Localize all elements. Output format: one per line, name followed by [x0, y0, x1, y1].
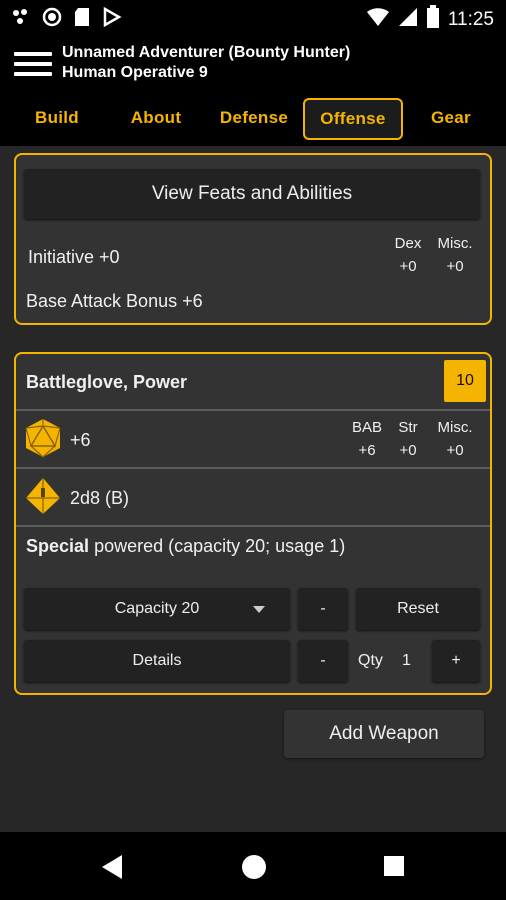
details-button[interactable]: Details: [24, 640, 290, 682]
weapon-name: Battleglove, Power: [26, 372, 188, 392]
reset-button[interactable]: Reset: [356, 588, 480, 630]
damage-value: 2d8 (B): [70, 488, 130, 508]
home-icon[interactable]: [241, 854, 267, 885]
special-label: Special: [26, 536, 90, 556]
misc-value: +0: [446, 442, 464, 459]
system-nav-bar: [0, 832, 506, 900]
hamburger-menu-icon[interactable]: [14, 46, 52, 80]
battery-icon: [426, 5, 440, 34]
status-bar: 11:25: [0, 0, 506, 36]
attack-bonus: +6: [70, 430, 91, 450]
bab-header: BAB: [351, 419, 382, 436]
dropdown-arrow-icon: [252, 588, 266, 647]
recents-icon[interactable]: [383, 855, 405, 882]
divider: [16, 409, 490, 411]
divider: [16, 525, 490, 527]
sd-card-icon: [74, 7, 90, 32]
misc-header: Misc.: [437, 235, 473, 252]
tab-build[interactable]: Build: [18, 98, 96, 138]
tab-about[interactable]: About: [116, 98, 196, 138]
qty-decrement-button[interactable]: -: [298, 640, 348, 682]
clock: 11:25: [447, 8, 494, 30]
back-icon[interactable]: [100, 854, 124, 885]
d4-icon: [24, 476, 62, 521]
app-bar: Unnamed Adventurer (Bounty Hunter) Human…: [0, 36, 506, 92]
d20-icon: [24, 418, 62, 463]
special-line: Special powered (capacity 20; usage 1): [26, 536, 345, 557]
misc-value: +0: [446, 258, 464, 275]
tab-bar: Build About Defense Offense Gear: [0, 92, 506, 146]
qty-label: Qty: [358, 652, 383, 669]
weapon-card: Battleglove, Power 10 +6 BAB +6 Str +0 M…: [14, 352, 492, 695]
signal-icon: [398, 6, 418, 33]
tab-gear[interactable]: Gear: [412, 98, 490, 138]
base-attack-bonus-label: Base Attack Bonus +6: [26, 291, 203, 311]
qty-value: 1: [402, 652, 411, 669]
str-value: +0: [399, 442, 417, 459]
offense-summary-card: View Feats and Abilities Initiative +0 D…: [14, 153, 492, 325]
capacity-select[interactable]: Capacity 20: [24, 588, 290, 630]
str-header: Str: [398, 419, 418, 436]
tab-offense[interactable]: Offense: [303, 98, 403, 140]
record-icon: [42, 7, 62, 32]
tab-defense[interactable]: Defense: [208, 98, 300, 138]
initiative-label: Initiative +0: [28, 247, 120, 267]
weapon-level-badge: 10: [444, 360, 486, 402]
wifi-icon: [366, 6, 390, 33]
dex-value: +0: [399, 258, 417, 275]
play-store-icon: [102, 6, 122, 32]
capacity-select-value: Capacity 20: [114, 600, 200, 617]
qty-increment-button[interactable]: +: [432, 640, 480, 682]
notification-dots-icon: [12, 8, 30, 31]
character-class: Human Operative 9: [62, 64, 208, 81]
add-weapon-button[interactable]: Add Weapon: [284, 710, 484, 758]
misc-header: Misc.: [437, 419, 473, 436]
special-text: powered (capacity 20; usage 1): [94, 536, 346, 556]
capacity-decrement-button[interactable]: -: [298, 588, 348, 630]
divider: [16, 467, 490, 469]
character-name: Unnamed Adventurer (Bounty Hunter): [62, 44, 351, 61]
view-feats-button[interactable]: View Feats and Abilities: [24, 169, 480, 219]
bab-value: +6: [358, 442, 376, 459]
dex-header: Dex: [394, 235, 422, 252]
